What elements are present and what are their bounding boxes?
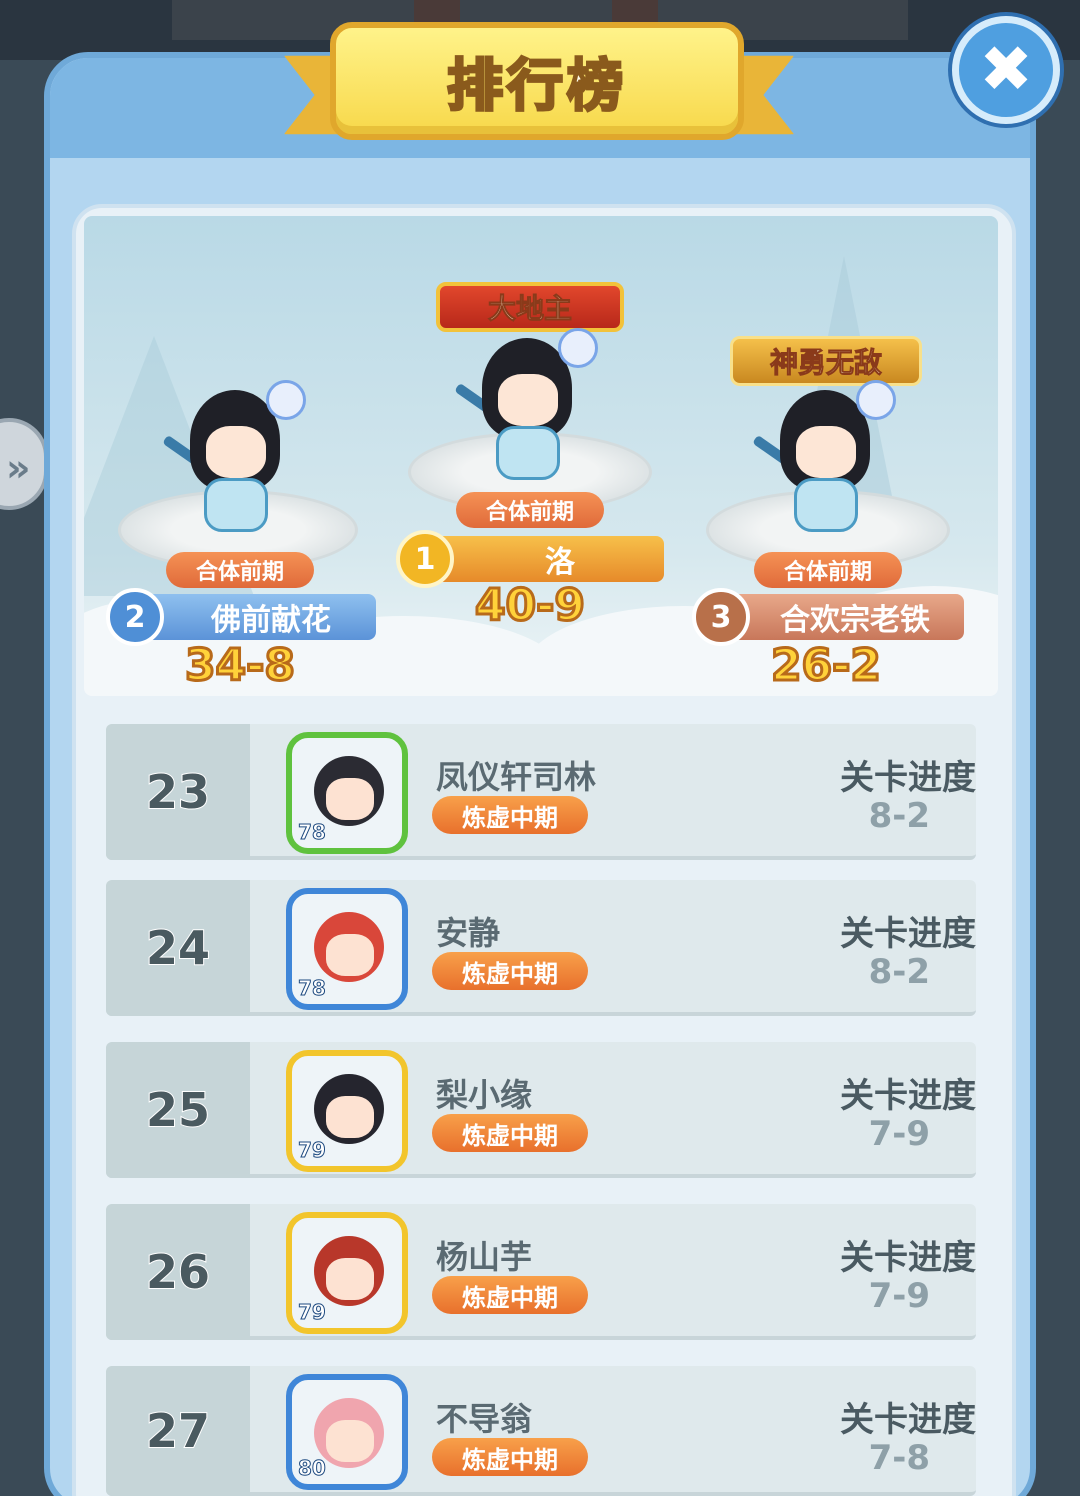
player-name: 安静 <box>436 914 501 952</box>
close-icon: ✖ <box>979 33 1033 107</box>
avatar[interactable]: 78 <box>286 888 408 1010</box>
realm-badge: 炼虚中期 <box>432 796 588 834</box>
progress-label: 关卡进度 <box>840 758 976 798</box>
rank-badge-third: 3 <box>692 588 750 646</box>
player-name: 不导翁 <box>436 1400 533 1438</box>
realm-badge: 炼虚中期 <box>432 1438 588 1476</box>
name-bar-third: 合欢宗老铁 <box>716 594 964 640</box>
realm-badge: 炼虚中期 <box>432 1114 588 1152</box>
player-name: 杨山芋 <box>436 1238 533 1276</box>
progress-value: 7-9 <box>868 1114 930 1154</box>
list-item[interactable]: 25 79 梨小缘 炼虚中期 关卡进度 7-9 <box>106 1042 976 1178</box>
chevron-right-icon: » <box>6 446 31 490</box>
player-name: 梨小缘 <box>436 1076 533 1114</box>
avatar-level: 80 <box>298 1456 327 1481</box>
hero-second[interactable] <box>162 380 306 540</box>
spirit-orb-icon <box>266 380 306 420</box>
realm-tag-second: 合体前期 <box>166 552 314 588</box>
list-item[interactable]: 23 78 凤仪轩司林 炼虚中期 关卡进度 8-2 <box>106 724 976 860</box>
progress-value: 7-9 <box>868 1276 930 1316</box>
title-plate: 排行榜 <box>330 22 744 140</box>
progress-value: 7-8 <box>868 1438 930 1478</box>
avatar[interactable]: 80 <box>286 1374 408 1490</box>
realm-badge: 炼虚中期 <box>432 1276 588 1314</box>
list-item[interactable]: 27 80 不导翁 炼虚中期 关卡进度 7-8 <box>106 1366 976 1496</box>
progress-value: 8-2 <box>868 952 930 992</box>
row-rank: 23 <box>106 724 250 860</box>
list-item[interactable]: 26 79 杨山芋 炼虚中期 关卡进度 7-9 <box>106 1204 976 1340</box>
avatar-level: 79 <box>298 1300 327 1325</box>
avatar[interactable]: 78 <box>286 732 408 854</box>
name-bar-second: 佛前献花 <box>130 594 376 640</box>
close-button[interactable]: ✖ <box>952 16 1060 124</box>
hero-first[interactable] <box>454 328 598 488</box>
spirit-orb-icon <box>558 328 598 368</box>
avatar-level: 78 <box>298 820 327 845</box>
realm-badge: 炼虚中期 <box>432 952 588 990</box>
hero-third[interactable] <box>752 380 896 540</box>
progress-value: 8-2 <box>868 796 930 836</box>
row-rank: 24 <box>106 880 250 1016</box>
progress-label: 关卡进度 <box>840 914 976 954</box>
score-first: 40-9 <box>473 579 586 633</box>
score-second: 34-8 <box>183 639 296 693</box>
name-bar-first: 洛 <box>420 536 664 582</box>
progress-label: 关卡进度 <box>840 1238 976 1278</box>
avatar-level: 78 <box>298 976 327 1001</box>
avatar-level: 79 <box>298 1138 327 1163</box>
list-item[interactable]: 24 78 安静 炼虚中期 关卡进度 8-2 <box>106 880 976 1016</box>
spirit-orb-icon <box>856 380 896 420</box>
realm-tag-first: 合体前期 <box>456 492 604 528</box>
side-expand-handle[interactable]: » <box>0 418 48 510</box>
rank-badge-second: 2 <box>106 588 164 646</box>
row-rank: 27 <box>106 1366 250 1496</box>
realm-tag-third: 合体前期 <box>754 552 902 588</box>
player-name: 凤仪轩司林 <box>436 758 597 796</box>
score-third: 26-2 <box>769 639 882 693</box>
row-rank: 26 <box>106 1204 250 1340</box>
progress-label: 关卡进度 <box>840 1400 976 1440</box>
row-rank: 25 <box>106 1042 250 1178</box>
avatar[interactable]: 79 <box>286 1050 408 1172</box>
title-badge-first: 大地主 <box>436 282 624 332</box>
title-badge-third: 神勇无敌 <box>730 336 922 386</box>
avatar[interactable]: 79 <box>286 1212 408 1334</box>
progress-label: 关卡进度 <box>840 1076 976 1116</box>
page-title: 排行榜 <box>446 52 627 120</box>
